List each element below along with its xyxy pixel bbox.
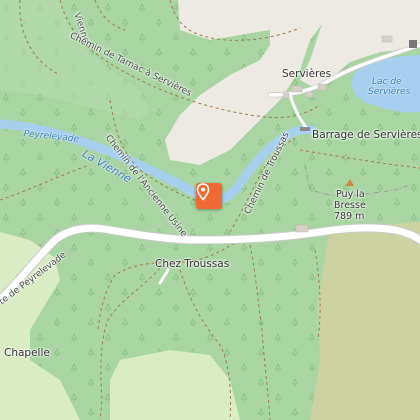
barrage-structure — [300, 127, 310, 131]
label-servieres: Servières — [282, 68, 332, 80]
building — [381, 35, 393, 43]
building — [317, 83, 327, 91]
label-peak-name-1: Puy la — [336, 189, 365, 200]
dam-structure — [409, 40, 417, 48]
label-chez-troussas: Chez Troussas — [155, 258, 230, 270]
building — [291, 85, 303, 93]
map-pin-icon — [196, 183, 210, 201]
building — [295, 224, 309, 233]
peak-triangle-icon — [346, 179, 354, 186]
label-peak-elevation: 789 m — [334, 211, 365, 222]
field-area — [310, 222, 420, 420]
building — [282, 92, 290, 99]
map-canvas[interactable]: Vienne Chemin de Tarnac à Servières Serv… — [0, 0, 420, 420]
label-barrage: Barrage de Servières — [312, 129, 420, 141]
label-lac-servieres-2: Servières — [368, 87, 411, 97]
label-chapelle: Chapelle — [4, 347, 50, 359]
label-lac-servieres-1: Lac de — [372, 77, 402, 87]
label-peak-name-2: Bresse — [334, 200, 366, 211]
building — [305, 91, 314, 98]
location-marker[interactable] — [196, 183, 222, 209]
